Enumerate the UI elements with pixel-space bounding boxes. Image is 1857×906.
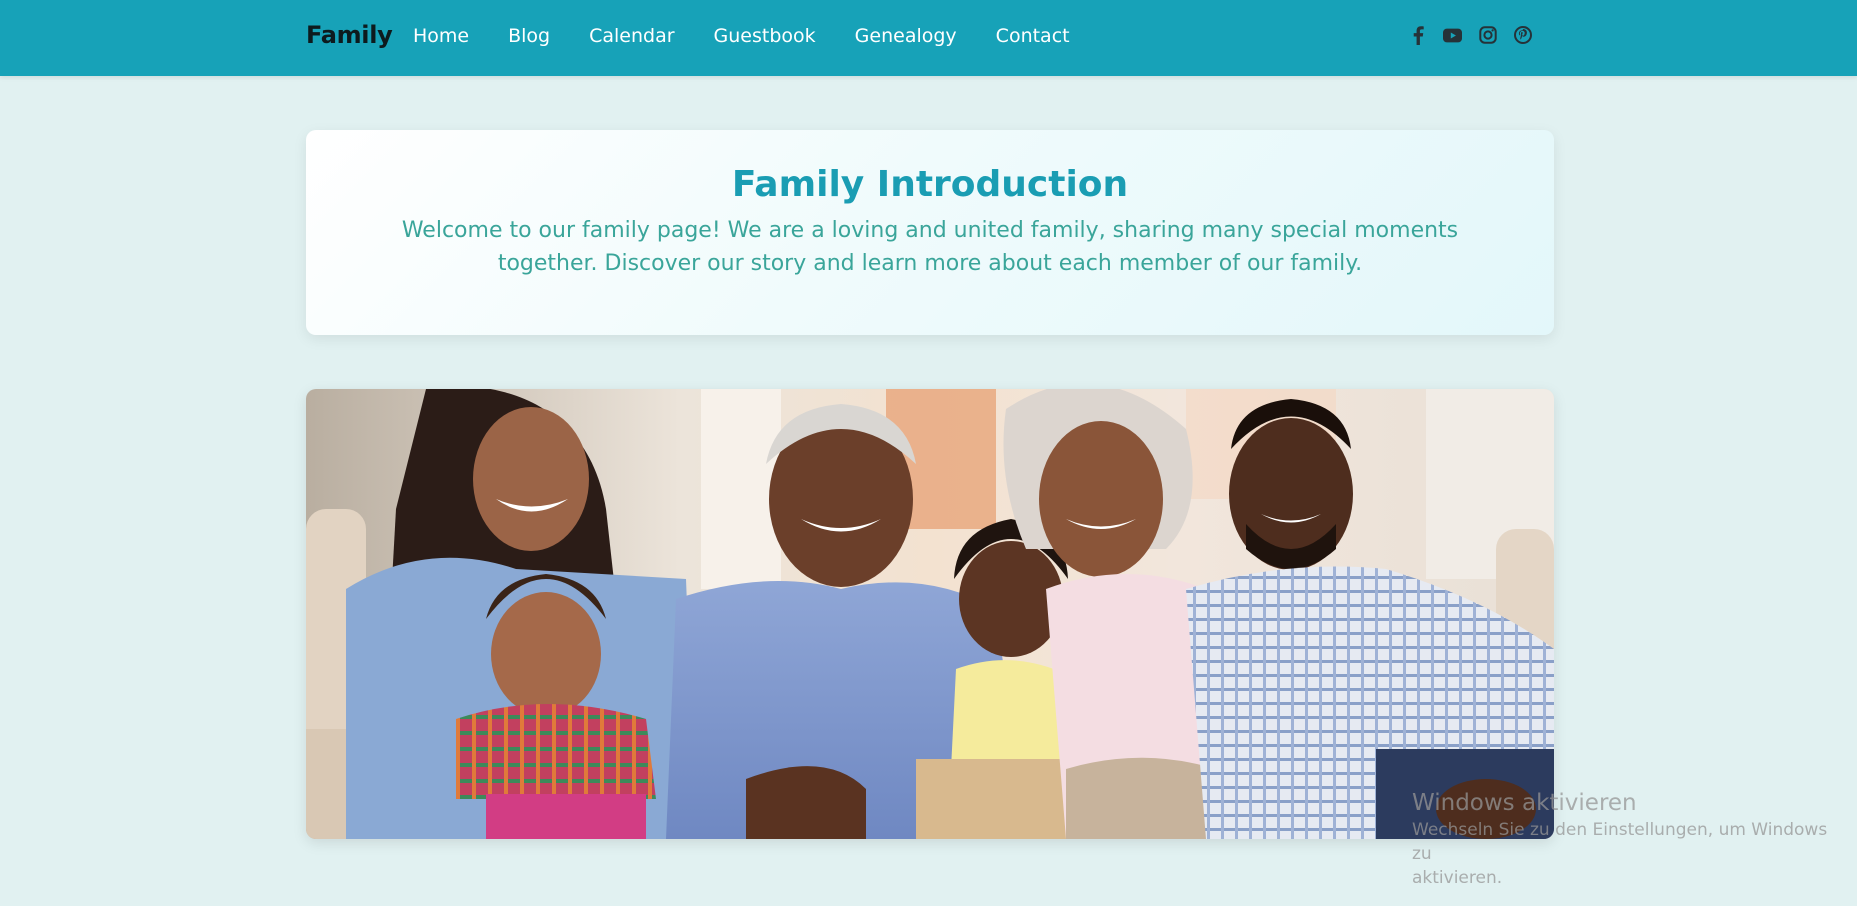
nav-link-home[interactable]: Home (413, 22, 469, 50)
nav-link-genealogy[interactable]: Genealogy (855, 22, 957, 50)
nav-link-guestbook[interactable]: Guestbook (714, 22, 816, 50)
pinterest-icon[interactable] (1513, 26, 1532, 45)
nav-link-calendar[interactable]: Calendar (589, 22, 674, 50)
instagram-icon[interactable] (1478, 26, 1497, 45)
nav-link-blog[interactable]: Blog (508, 22, 550, 50)
facebook-icon[interactable] (1408, 25, 1427, 45)
youtube-icon[interactable] (1443, 26, 1462, 45)
social-links (1408, 23, 1532, 47)
brand-logo[interactable]: Family (306, 20, 393, 50)
intro-text: Welcome to our family page! We are a lov… (401, 218, 1459, 276)
family-photo (306, 389, 1554, 839)
watermark-subtitle-2: aktivieren. (1412, 868, 1503, 888)
intro-card: Family Introduction Welcome to our famil… (306, 130, 1554, 335)
navbar: Family Home Blog Calendar Guestbook Gene… (0, 0, 1857, 76)
nav-link-contact[interactable]: Contact (996, 22, 1070, 50)
main-nav: Home Blog Calendar Guestbook Genealogy C… (413, 22, 1109, 50)
family-photo-image (306, 389, 1554, 839)
page-title: Family Introduction (731, 164, 1129, 205)
